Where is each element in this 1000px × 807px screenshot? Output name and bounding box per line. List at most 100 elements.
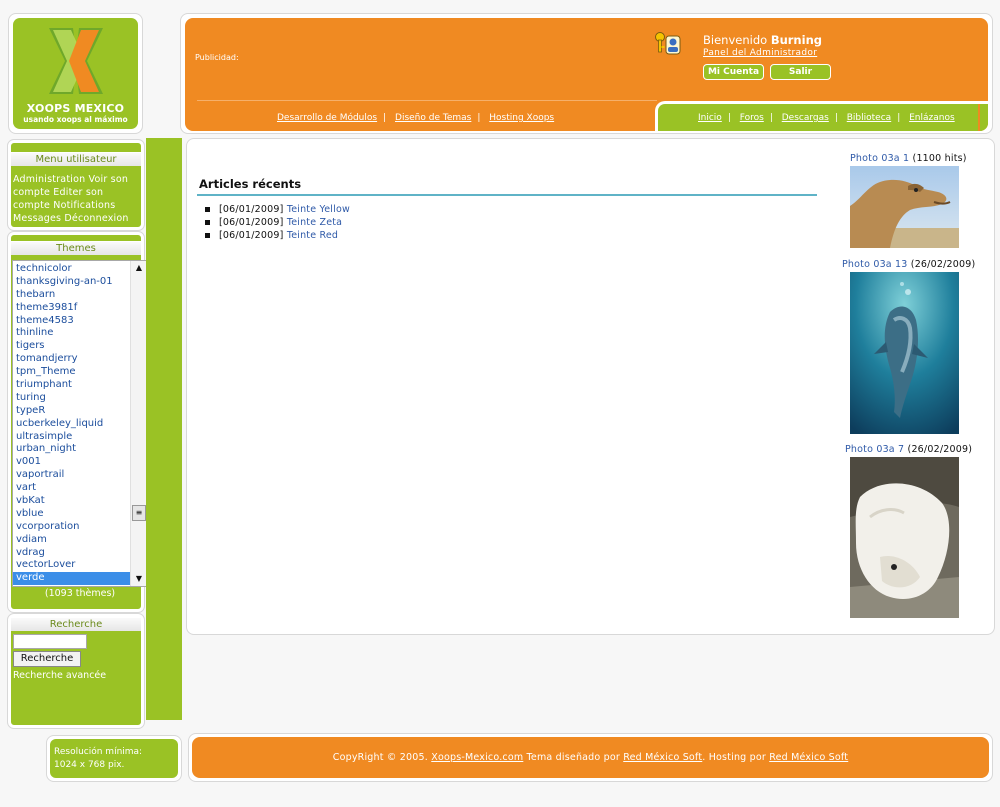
footer-designer-link[interactable]: Red México Soft xyxy=(623,752,702,763)
article-date: [06/01/2009] xyxy=(219,204,284,215)
articles-divider xyxy=(197,194,817,196)
nav-biblioteca-link[interactable]: Biblioteca xyxy=(847,113,891,123)
theme-option[interactable]: v001 xyxy=(13,456,131,469)
user-menu-block: Menu utilisateur Administration Voir son… xyxy=(7,139,145,231)
nav-themes-design-link[interactable]: Diseño de Temas xyxy=(395,113,471,123)
theme-option[interactable]: vectorLover xyxy=(13,559,131,572)
welcome-text: Bienvenido Burning xyxy=(703,33,822,47)
search-block: Recherche Recherche Recherche avancée xyxy=(7,613,145,729)
logo-subtitle: usando xoops al máximo xyxy=(23,115,128,124)
theme-option[interactable]: typeR xyxy=(13,405,131,418)
theme-option[interactable]: vaportrail xyxy=(13,469,131,482)
logout-button[interactable]: Salir xyxy=(770,64,831,80)
header-nav-right: Inicio | Foros | Descargas | Biblioteca | En… xyxy=(698,113,955,123)
dolphin-photo[interactable] xyxy=(850,272,959,434)
photo-link[interactable]: Photo 03a 1 xyxy=(850,153,909,164)
recent-articles-list: [06/01/2009] Teinte Yellow [06/01/2009] … xyxy=(205,203,350,242)
photo-caption: Photo 03a 13 (26/02/2009) xyxy=(842,259,975,270)
list-item: [06/01/2009] Teinte Red xyxy=(205,229,350,242)
nav-descargas-link[interactable]: Descargas xyxy=(782,113,829,123)
photo-info: (1100 hits) xyxy=(912,153,967,164)
article-date: [06/01/2009] xyxy=(219,217,284,228)
camel-photo[interactable] xyxy=(850,166,959,248)
search-input[interactable] xyxy=(13,634,87,649)
footer-host-link[interactable]: Red México Soft xyxy=(769,752,848,763)
nav-enlazanos-link[interactable]: Enlázanos xyxy=(909,113,955,123)
theme-option[interactable]: vbKat xyxy=(13,495,131,508)
xoops-x-icon xyxy=(49,28,103,94)
footer-bar: CopyRight © 2005. Xoops-Mexico.com Tema … xyxy=(192,737,989,778)
theme-option[interactable]: ultrasimple xyxy=(13,431,131,444)
article-link[interactable]: Teinte Zeta xyxy=(287,217,342,228)
theme-option[interactable]: vblue xyxy=(13,508,131,521)
theme-option[interactable]: tomandjerry xyxy=(13,353,131,366)
header-divider xyxy=(197,100,657,101)
header-frame: Publicidad: Bienvenido Burning Panel del… xyxy=(180,13,993,134)
theme-option[interactable]: vcorporation xyxy=(13,521,131,534)
theme-option[interactable]: technicolor xyxy=(13,263,131,276)
nav-foros-link[interactable]: Foros xyxy=(740,113,764,123)
photo-caption: Photo 03a 1 (1100 hits) xyxy=(850,153,967,164)
themes-scrollbar[interactable]: ▲ ≡ ▼ xyxy=(130,261,147,586)
theme-option[interactable]: verde xyxy=(13,572,131,586)
theme-option[interactable]: vart xyxy=(13,482,131,495)
user-key-icon xyxy=(655,32,681,55)
photo-link[interactable]: Photo 03a 13 xyxy=(842,259,908,270)
theme-option[interactable]: urban_night xyxy=(13,443,131,456)
nav-hosting-link[interactable]: Hosting Xoops xyxy=(489,113,554,123)
theme-option[interactable]: turing xyxy=(13,392,131,405)
theme-option[interactable]: tigers xyxy=(13,340,131,353)
theme-option[interactable]: vdrag xyxy=(13,547,131,560)
header-bar: Publicidad: Bienvenido Burning Panel del… xyxy=(185,18,988,131)
theme-option[interactable]: thinline xyxy=(13,327,131,340)
search-title: Recherche xyxy=(11,617,141,631)
scroll-up-arrow-icon[interactable]: ▲ xyxy=(131,261,147,275)
footer-theme-text: Tema diseñado por xyxy=(526,752,620,763)
resolution-line2: 1024 x 768 pix. xyxy=(54,760,125,770)
theme-option[interactable]: thanksgiving-an-01 xyxy=(13,276,131,289)
logo-title: XOOPS MEXICO xyxy=(26,102,125,115)
article-link[interactable]: Teinte Yellow xyxy=(287,204,350,215)
theme-option[interactable]: tpm_Theme xyxy=(13,366,131,379)
nav-modules-link[interactable]: Desarrollo de Módulos xyxy=(277,113,377,123)
site-logo[interactable]: XOOPS MEXICO usando xoops al máximo xyxy=(13,18,138,129)
username: Burning xyxy=(770,33,822,47)
user-menu-links[interactable]: Administration Voir son compte Editer so… xyxy=(13,173,141,225)
scroll-thumb[interactable]: ≡ xyxy=(132,505,146,521)
photo-info: (26/02/2009) xyxy=(910,259,976,270)
polar-bear-photo[interactable] xyxy=(850,457,959,618)
theme-option[interactable]: ucberkeley_liquid xyxy=(13,418,131,431)
tab-accent xyxy=(978,104,980,131)
themes-title: Themes xyxy=(11,241,141,255)
publicidad-label: Publicidad: xyxy=(195,53,239,62)
theme-option[interactable]: thebarn xyxy=(13,289,131,302)
admin-panel-link[interactable]: Panel del Administrador xyxy=(703,48,817,58)
left-green-stripe xyxy=(146,138,182,720)
list-item: [06/01/2009] Teinte Zeta xyxy=(205,216,350,229)
theme-option[interactable]: theme4583 xyxy=(13,315,131,328)
photo-info: (26/02/2009) xyxy=(907,444,973,455)
list-item: [06/01/2009] Teinte Yellow xyxy=(205,203,350,216)
theme-option[interactable]: triumphant xyxy=(13,379,131,392)
advanced-search-link[interactable]: Recherche avancée xyxy=(13,670,106,681)
resolution-note: Resolución mínima: 1024 x 768 pix. xyxy=(50,739,178,778)
search-button[interactable]: Recherche xyxy=(13,651,81,667)
footer-site-link[interactable]: Xoops-Mexico.com xyxy=(431,752,523,763)
theme-option[interactable]: vdiam xyxy=(13,534,131,547)
photo-caption: Photo 03a 7 (26/02/2009) xyxy=(845,444,972,455)
themes-list-items: technicolor thanksgiving-an-01 thebarn them… xyxy=(13,263,131,586)
header-nav-tab: Inicio | Foros | Descargas | Biblioteca | En… xyxy=(655,101,988,131)
theme-option[interactable]: theme3981f xyxy=(13,302,131,315)
user-menu-title: Menu utilisateur xyxy=(11,152,141,166)
copyright-text: CopyRight © 2005. xyxy=(332,752,429,763)
footer-frame: CopyRight © 2005. Xoops-Mexico.com Tema … xyxy=(188,733,993,782)
themes-count: (1093 thèmes) xyxy=(44,588,116,599)
photo-link[interactable]: Photo 03a 7 xyxy=(845,444,904,455)
article-link[interactable]: Teinte Red xyxy=(287,230,338,241)
my-account-button[interactable]: Mi Cuenta xyxy=(703,64,764,80)
scroll-down-arrow-icon[interactable]: ▼ xyxy=(131,572,147,586)
nav-inicio-link[interactable]: Inicio xyxy=(698,113,722,123)
welcome-prefix: Bienvenido xyxy=(703,33,768,47)
themes-listbox[interactable]: technicolor thanksgiving-an-01 thebarn them… xyxy=(12,260,148,587)
recent-articles-title: Articles récents xyxy=(199,177,302,191)
